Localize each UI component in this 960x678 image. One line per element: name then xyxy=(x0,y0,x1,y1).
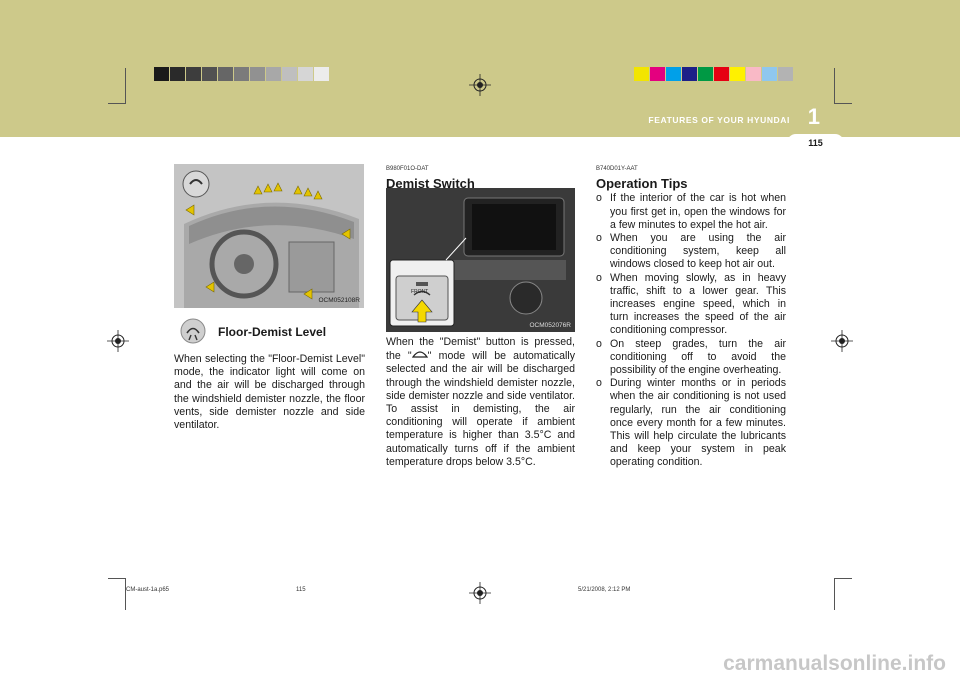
bullet-marker: o xyxy=(596,337,602,350)
crop-mark xyxy=(108,578,126,579)
tip-text: When moving slowly, as in heavy traffic,… xyxy=(610,271,786,337)
color-swatch xyxy=(778,67,793,81)
color-swatch xyxy=(234,67,249,81)
floor-demist-body: When selecting the "Floor-Demist Level" … xyxy=(174,353,365,432)
crop-mark xyxy=(125,68,126,104)
registration-mark-icon xyxy=(469,74,491,96)
chapter-number: 1 xyxy=(807,104,820,129)
page-number: 115 xyxy=(787,134,844,153)
color-swatch xyxy=(314,67,329,81)
tip-text: During winter months or in periods when … xyxy=(610,377,786,469)
color-swatch xyxy=(218,67,233,81)
color-swatch xyxy=(202,67,217,81)
demist-switch-figure: FRONT OCM052076R xyxy=(386,188,575,332)
tip-item: o When moving slowly, as in heavy traffic… xyxy=(596,272,786,338)
color-swatch xyxy=(746,67,761,81)
footer-page: 115 xyxy=(296,587,306,593)
tip-text: When you are using the air conditioning … xyxy=(610,232,786,271)
color-swatch xyxy=(666,67,681,81)
bullet-marker: o xyxy=(596,377,602,390)
tip-text: If the interior of the car is hot when y… xyxy=(610,192,786,231)
color-swatch xyxy=(714,67,729,81)
tip-item: o On steep grades, turn the air condition… xyxy=(596,338,786,378)
color-swatch xyxy=(682,67,697,81)
color-swatch xyxy=(282,67,297,81)
color-swatch xyxy=(762,67,777,81)
mode-heading: Floor-Demist Level xyxy=(218,325,327,339)
tip-item: o During winter months or in periods when… xyxy=(596,377,786,469)
registration-mark-icon xyxy=(831,330,853,352)
crop-mark xyxy=(834,68,835,104)
tip-text: On steep grades, turn the air conditioni… xyxy=(610,337,786,377)
section-heading: Operation Tips xyxy=(596,176,688,192)
color-swatch xyxy=(250,67,265,81)
grayscale-calibration-bar xyxy=(154,67,330,81)
color-swatch xyxy=(170,67,185,81)
footer-timestamp: 5/21/2008, 2:12 PM xyxy=(578,587,631,593)
section-code: B740D01Y-AAT xyxy=(596,166,638,172)
color-swatch xyxy=(698,67,713,81)
crop-mark xyxy=(108,103,126,104)
bullet-marker: o xyxy=(596,232,602,245)
bullet-marker: o xyxy=(596,192,602,205)
tip-item: o When you are using the air conditioning… xyxy=(596,232,786,272)
color-swatch xyxy=(154,67,169,81)
crop-mark xyxy=(125,578,126,610)
color-swatch xyxy=(730,67,745,81)
color-swatch xyxy=(634,67,649,81)
registration-mark-icon xyxy=(107,330,129,352)
crop-mark xyxy=(834,103,852,104)
figure-code: OCM052108R xyxy=(318,297,360,304)
tip-item: o If the interior of the car is hot when … xyxy=(596,192,786,232)
watermark: carmanualsonline.info xyxy=(723,652,946,675)
color-calibration-bar xyxy=(634,67,794,81)
dashboard-airflow-figure: OCM052108R xyxy=(174,164,364,308)
windshield-demist-icon xyxy=(411,351,428,358)
section-code: B980F01O-DAT xyxy=(386,166,429,172)
operation-tips-list: o If the interior of the car is hot when … xyxy=(596,192,786,469)
color-swatch xyxy=(650,67,665,81)
bullet-marker: o xyxy=(596,271,602,284)
floor-demist-mode-icon xyxy=(180,318,206,344)
demist-body: When the "Demist" button is pressed, the… xyxy=(386,336,575,468)
crop-mark xyxy=(834,578,852,579)
color-swatch xyxy=(266,67,281,81)
chapter-title: FEATURES OF YOUR HYUNDAI xyxy=(648,115,790,125)
crop-mark xyxy=(834,578,835,610)
front-button-label: FRONT xyxy=(411,289,429,295)
color-swatch xyxy=(298,67,313,81)
color-swatch xyxy=(186,67,201,81)
footer-file-name: CM-aust-1a.p65 xyxy=(126,587,170,593)
figure-code: OCM052076R xyxy=(529,322,571,329)
registration-mark-icon xyxy=(469,582,491,604)
